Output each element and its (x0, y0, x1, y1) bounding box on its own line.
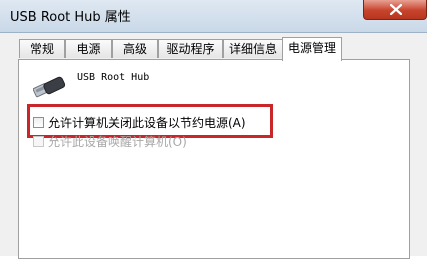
tab-power[interactable]: 电源 (65, 39, 112, 58)
tab-advanced[interactable]: 高级 (112, 39, 158, 58)
allow-wake-checkbox (33, 136, 44, 147)
allow-wake-option: 允许此设备唤醒计算机(O) (33, 133, 187, 150)
allow-power-off-label: 允许计算机关闭此设备以节约电源(A) (48, 116, 246, 130)
close-icon (390, 4, 402, 15)
tab-label: 详细信息 (228, 42, 277, 56)
device-name: USB Root Hub (77, 72, 150, 83)
tab-general[interactable]: 常规 (19, 39, 65, 58)
tab-label: 电源 (76, 42, 101, 56)
tab-label: 常规 (29, 42, 54, 56)
tab-power-management[interactable]: 电源管理 (282, 37, 342, 61)
tab-label: 电源管理 (287, 41, 336, 55)
allow-wake-label: 允许此设备唤醒计算机(O) (48, 135, 187, 149)
close-button[interactable] (363, 0, 427, 20)
power-management-panel: USB Root Hub 允许计算机关闭此设备以节约电源(A) 允许此设备唤醒计… (18, 59, 410, 259)
tab-label: 高级 (122, 42, 147, 56)
usb-connector-icon (33, 76, 66, 98)
dialog-client-area: 常规 电源 高级 驱动程序 详细信息 电源管理 USB Root Hub 允许计… (0, 33, 427, 259)
tab-driver[interactable]: 驱动程序 (158, 39, 223, 58)
allow-power-off-checkbox[interactable] (33, 117, 44, 128)
allow-power-off-option[interactable]: 允许计算机关闭此设备以节约电源(A) (33, 114, 246, 131)
window-title: USB Root Hub 属性 (10, 10, 131, 25)
tab-details[interactable]: 详细信息 (223, 39, 283, 58)
title-bar: USB Root Hub 属性 (0, 0, 427, 33)
tab-label: 驱动程序 (166, 42, 215, 56)
